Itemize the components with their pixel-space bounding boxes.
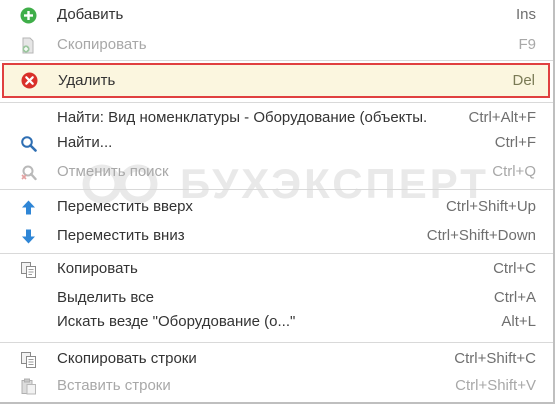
menu-item-label: Отменить поиск <box>57 163 169 180</box>
menu-item-label: Копировать <box>57 260 138 277</box>
menu-separator <box>0 253 553 254</box>
menu-item-paste-rows[interactable]: Вставить строки Ctrl+Shift+V <box>0 374 553 399</box>
paste-rows-icon <box>20 378 37 395</box>
menu-item-label: Искать везде "Оборудование (о..." <box>57 313 296 330</box>
menu-item-move-up[interactable]: Переместить вверх Ctrl+Shift+Up <box>0 195 553 220</box>
menu-item-shortcut: Ctrl+Shift+Up <box>445 198 536 215</box>
menu-item-shortcut: Ctrl+Shift+V <box>455 377 536 394</box>
menu-item-find-by-value[interactable]: Найти: Вид номенклатуры - Оборудование (… <box>0 106 553 131</box>
menu-item-shortcut: Del <box>512 72 535 89</box>
menu-item-label: Добавить <box>57 6 124 23</box>
menu-item-label: Скопировать строки <box>57 350 197 367</box>
menu-item-shortcut: F9 <box>518 36 536 53</box>
menu-item-shortcut: Ctrl+A <box>493 289 536 306</box>
menu-item-shortcut: Ins <box>515 6 536 23</box>
menu-item-label: Вставить строки <box>57 377 171 394</box>
copy-icon <box>20 261 37 278</box>
menu-item-label: Переместить вниз <box>57 227 185 244</box>
menu-item-find[interactable]: Найти... Ctrl+F <box>0 131 553 156</box>
menu-item-label: Скопировать <box>57 36 147 53</box>
menu-item-shortcut: Ctrl+C <box>493 260 536 277</box>
add-icon <box>20 7 37 24</box>
menu-separator <box>0 342 553 343</box>
menu-item-shortcut: Ctrl+Q <box>492 163 536 180</box>
cancel-search-icon <box>20 164 37 181</box>
menu-item-add[interactable]: Добавить Ins <box>0 3 553 28</box>
menu-item-label: Выделить все <box>57 289 155 306</box>
menu-item-copy-rows[interactable]: Скопировать строки Ctrl+Shift+C <box>0 347 553 372</box>
menu-item-shortcut: Alt+L <box>501 313 536 330</box>
menu-item-search-everywhere[interactable]: Искать везде "Оборудование (о..." Alt+L <box>0 310 553 335</box>
delete-icon <box>21 72 38 89</box>
menu-item-copy-item[interactable]: Скопировать F9 <box>0 33 553 58</box>
menu-item-shortcut: Ctrl+Shift+Down <box>426 227 536 244</box>
menu-item-label: Найти... <box>57 134 113 151</box>
menu-item-label: Переместить вверх <box>57 198 193 215</box>
menu-separator <box>0 102 553 103</box>
menu-item-label: Удалить <box>58 72 116 89</box>
menu-item-copy[interactable]: Копировать Ctrl+C <box>0 257 553 282</box>
copy-doc-icon <box>20 37 37 54</box>
menu-item-move-down[interactable]: Переместить вниз Ctrl+Shift+Down <box>0 224 553 249</box>
menu-item-shortcut: Ctrl+F <box>494 134 536 151</box>
menu-item-cancel-search[interactable]: Отменить поиск Ctrl+Q <box>0 160 553 185</box>
arrow-up-icon <box>20 199 37 216</box>
menu-separator <box>0 60 553 61</box>
arrow-down-icon <box>20 228 37 245</box>
menu-item-shortcut: Ctrl+Shift+C <box>454 350 536 367</box>
search-icon <box>20 135 37 152</box>
copy-rows-icon <box>20 351 37 368</box>
menu-item-delete[interactable]: Удалить Del <box>2 63 550 98</box>
menu-separator <box>0 189 553 190</box>
menu-item-shortcut: Ctrl+Alt+F <box>468 109 536 126</box>
menu-item-label: Найти: Вид номенклатуры - Оборудование (… <box>57 109 427 126</box>
context-menu: БУХЭКСПЕРТ Добавить Ins Скопировать F9 У… <box>0 0 555 404</box>
menu-item-select-all[interactable]: Выделить все Ctrl+A <box>0 286 553 311</box>
